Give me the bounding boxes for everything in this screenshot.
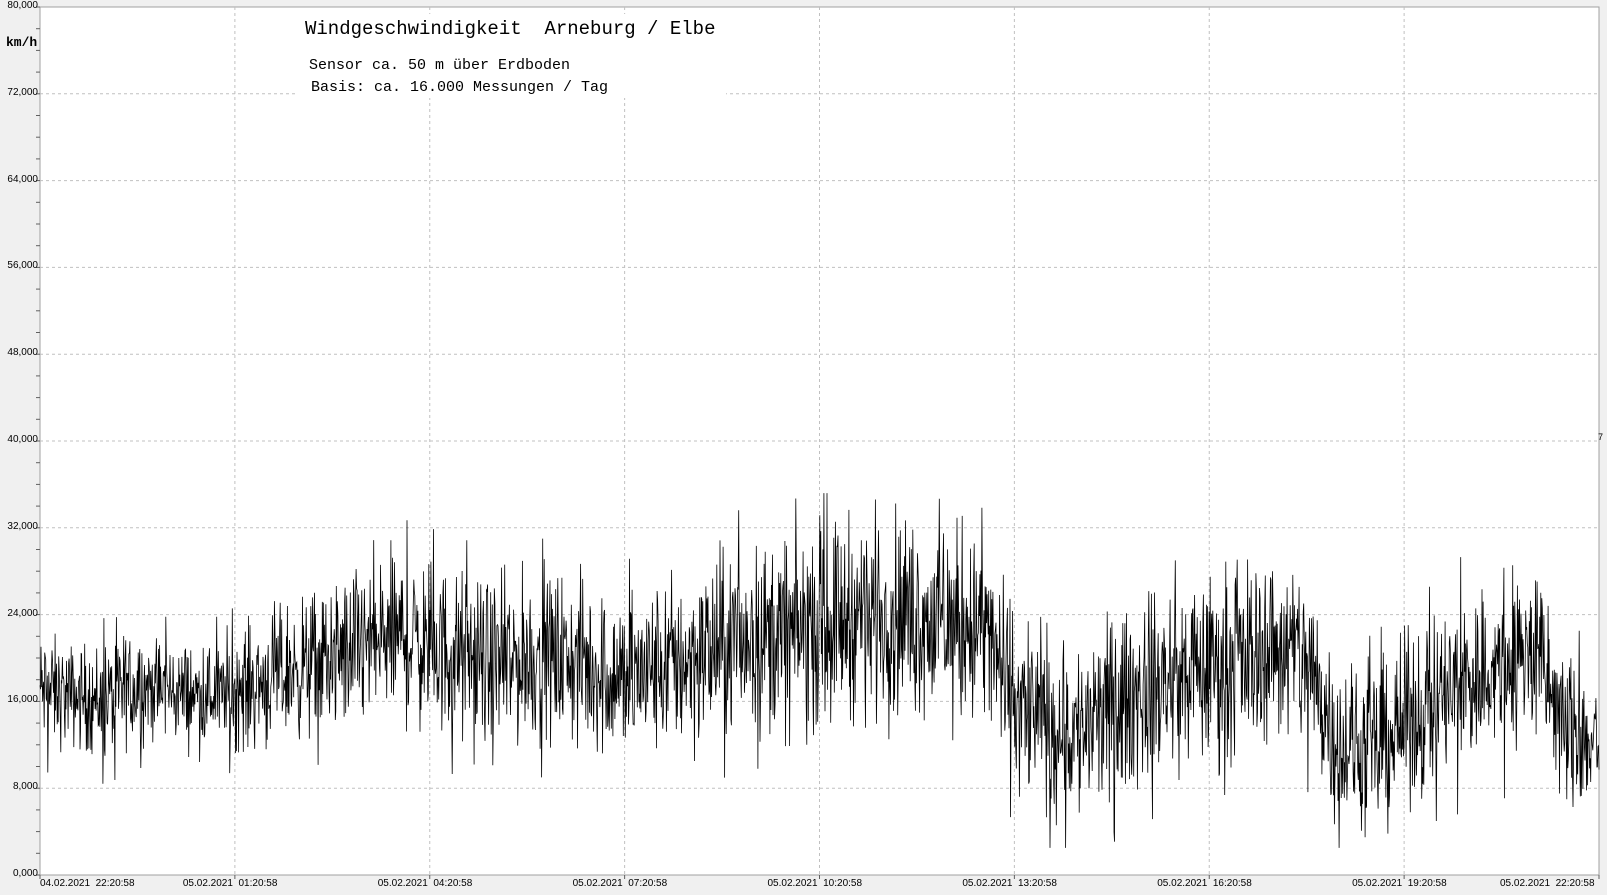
y-tick-label: 72,000	[7, 86, 38, 98]
y-tick-label: 56,000	[7, 260, 38, 272]
wind-speed-chart	[36, 6, 1600, 879]
y-tick-label: 80,000	[7, 0, 38, 11]
y-tick-label: 48,000	[7, 347, 38, 359]
y-axis-unit: km/h	[6, 35, 38, 50]
chart-subtitle-basis: Basis: ca. 16.000 Messungen / Tag	[311, 79, 609, 96]
y-tick-label: 16,000	[7, 694, 38, 706]
right-edge-marker: 7	[1598, 432, 1604, 442]
x-tick-label: 05.02.2021 13:20:58	[962, 878, 1057, 889]
chart-subtitle-sensor: Sensor ca. 50 m über Erdboden	[309, 57, 571, 74]
x-tick-label: 05.02.2021 16:20:58	[1157, 878, 1252, 889]
x-tick-label: 05.02.2021 22:20:58	[1500, 878, 1595, 889]
x-tick-label: 05.02.2021 04:20:58	[377, 878, 473, 889]
chart-title: Windgeschwindigkeit Arneburg / Elbe	[305, 18, 716, 40]
chart-window: Windgeschwindigkeit Arneburg / Elbe Sens…	[0, 0, 1607, 895]
x-tick-label: 04.02.2021 22:20:58	[40, 878, 135, 889]
x-tick-label: 05.02.2021 10:20:58	[767, 878, 863, 889]
y-tick-label: 0,000	[12, 868, 38, 879]
y-tick-label: 8,000	[12, 781, 38, 793]
x-tick-label: 05.02.2021 07:20:58	[572, 878, 668, 889]
x-tick-label: 05.02.2021 01:20:58	[182, 878, 278, 889]
y-tick-label: 40,000	[7, 434, 38, 445]
y-tick-label: 24,000	[7, 607, 38, 619]
y-tick-label: 32,000	[7, 520, 38, 532]
x-tick-label: 05.02.2021 19:20:58	[1352, 878, 1447, 889]
y-tick-label: 64,000	[7, 173, 38, 185]
